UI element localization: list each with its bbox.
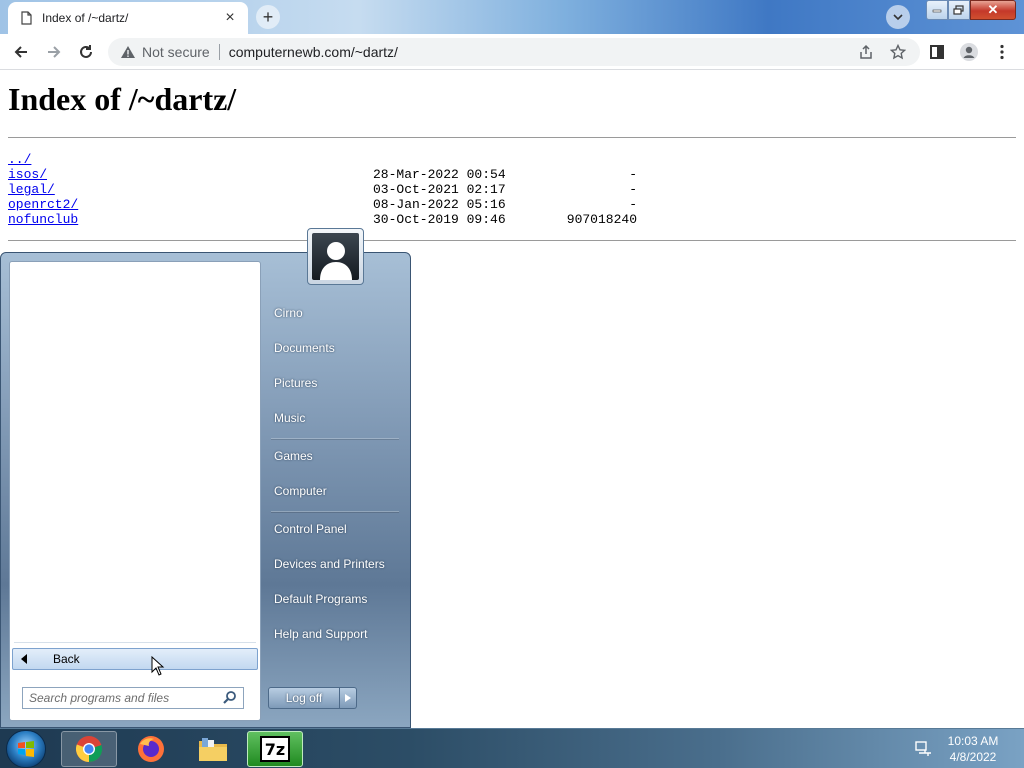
tab-close-icon[interactable]: × bbox=[222, 9, 238, 27]
start-item-music[interactable]: Music bbox=[274, 411, 305, 425]
window-close-button[interactable]: ✕ bbox=[970, 0, 1016, 20]
back-arrow-icon[interactable] bbox=[9, 40, 33, 64]
clock-date: 4/8/2022 bbox=[949, 750, 997, 764]
shutdown-options-button[interactable] bbox=[340, 687, 357, 709]
entry-date: 30-Oct-2019 09:46 bbox=[373, 212, 506, 227]
explorer-icon bbox=[199, 738, 227, 761]
left-triangle-icon bbox=[21, 654, 33, 664]
back-label: Back bbox=[53, 652, 80, 666]
directory-listing: ../ isos/ 28-Mar-2022 00:54 - legal/ 03-… bbox=[8, 152, 648, 227]
start-item-help-support[interactable]: Help and Support bbox=[274, 627, 367, 641]
entry-date: 08-Jan-2022 05:16 bbox=[373, 197, 506, 212]
tab-title: Index of /~dartz/ bbox=[42, 11, 129, 25]
user-avatar-icon bbox=[312, 233, 359, 280]
clock-time: 10:03 AM bbox=[947, 734, 999, 748]
not-secure-label[interactable]: Not secure bbox=[142, 44, 210, 60]
entry-link-nofunclub[interactable]: nofunclub bbox=[8, 212, 78, 227]
share-icon[interactable] bbox=[856, 42, 876, 62]
start-button[interactable] bbox=[6, 730, 46, 768]
entry-size: - bbox=[629, 182, 637, 197]
taskbar: 7z 10:03 AM 4/8/2022 bbox=[0, 728, 1024, 768]
entry-size: - bbox=[629, 197, 637, 212]
side-panel-icon[interactable] bbox=[925, 40, 949, 64]
start-item-computer[interactable]: Computer bbox=[274, 484, 327, 498]
start-item-pictures[interactable]: Pictures bbox=[274, 376, 317, 390]
entry-size: - bbox=[629, 167, 637, 182]
more-menu-icon[interactable] bbox=[990, 40, 1014, 64]
start-menu-divider bbox=[271, 438, 399, 439]
entry-size: 907018240 bbox=[566, 212, 637, 227]
windows-logo-icon bbox=[18, 741, 34, 757]
system-clock[interactable]: 10:03 AM 4/8/2022 bbox=[940, 733, 1006, 765]
url-text[interactable]: computernewb.com/~dartz/ bbox=[229, 44, 844, 60]
start-item-control-panel[interactable]: Control Panel bbox=[274, 522, 347, 536]
taskbar-chrome-button[interactable] bbox=[61, 731, 117, 767]
browser-toolbar: Not secure computernewb.com/~dartz/ bbox=[0, 34, 1024, 70]
right-triangle-icon bbox=[345, 694, 351, 702]
search-programs-input[interactable]: Search programs and files bbox=[22, 687, 244, 709]
chrome-icon bbox=[75, 736, 103, 763]
page-title: Index of /~dartz/ bbox=[8, 81, 237, 117]
window-minimize-button[interactable] bbox=[926, 0, 948, 20]
start-item-devices-printers[interactable]: Devices and Printers bbox=[274, 557, 385, 571]
network-icon[interactable] bbox=[914, 740, 932, 758]
start-menu-divider bbox=[271, 511, 399, 512]
reload-icon[interactable] bbox=[74, 40, 98, 64]
start-item-games[interactable]: Games bbox=[274, 449, 313, 463]
entry-link-openrct2[interactable]: openrct2/ bbox=[8, 197, 78, 212]
taskbar-7zip-button[interactable]: 7z bbox=[247, 731, 303, 767]
browser-titlebar: Index of /~dartz/ × + ✕ bbox=[0, 0, 1024, 34]
start-menu-programs-pane: Back Search programs and files bbox=[9, 261, 261, 721]
entry-date: 03-Oct-2021 02:17 bbox=[373, 182, 506, 197]
bottom-divider bbox=[8, 240, 1016, 241]
back-button[interactable]: Back bbox=[12, 648, 258, 670]
list-item: openrct2/ 08-Jan-2022 05:16 - bbox=[8, 197, 648, 212]
taskbar-explorer-button[interactable] bbox=[185, 731, 241, 767]
entry-link-legal[interactable]: legal/ bbox=[8, 182, 55, 197]
list-item: legal/ 03-Oct-2021 02:17 - bbox=[8, 182, 648, 197]
chevron-down-icon bbox=[893, 14, 903, 21]
logoff-control: Log off bbox=[268, 687, 357, 709]
7zip-icon: 7z bbox=[260, 736, 290, 762]
7zip-label: 7z bbox=[264, 739, 286, 759]
search-placeholder: Search programs and files bbox=[29, 691, 170, 705]
bookmark-star-icon[interactable] bbox=[888, 42, 908, 62]
start-item-cirno[interactable]: Cirno bbox=[274, 306, 303, 320]
taskbar-firefox-button[interactable] bbox=[123, 731, 179, 767]
list-item: isos/ 28-Mar-2022 00:54 - bbox=[8, 167, 648, 182]
entry-link-parent[interactable]: ../ bbox=[8, 152, 31, 167]
logoff-button[interactable]: Log off bbox=[268, 687, 340, 709]
tab-search-button[interactable] bbox=[886, 5, 910, 29]
profile-avatar-icon[interactable] bbox=[957, 40, 981, 64]
user-picture[interactable] bbox=[307, 228, 364, 285]
start-menu-separator bbox=[14, 642, 256, 643]
browser-tab[interactable]: Index of /~dartz/ × bbox=[8, 2, 248, 34]
search-icon[interactable] bbox=[223, 690, 237, 707]
mouse-cursor-icon bbox=[151, 655, 165, 676]
top-divider bbox=[8, 137, 1016, 138]
firefox-icon bbox=[138, 736, 164, 762]
entry-link-isos[interactable]: isos/ bbox=[8, 167, 47, 182]
window-restore-button[interactable] bbox=[948, 0, 970, 20]
forward-arrow-icon[interactable] bbox=[42, 40, 66, 64]
list-item: ../ bbox=[8, 152, 648, 167]
omnibox-separator bbox=[218, 44, 220, 60]
warning-icon[interactable] bbox=[120, 44, 136, 60]
address-bar[interactable]: Not secure computernewb.com/~dartz/ bbox=[108, 38, 920, 66]
new-tab-button[interactable]: + bbox=[256, 5, 280, 29]
start-menu: Back Search programs and files Cirno Doc… bbox=[0, 252, 411, 728]
list-item: nofunclub 30-Oct-2019 09:46 907018240 bbox=[8, 212, 648, 227]
entry-date: 28-Mar-2022 00:54 bbox=[373, 167, 506, 182]
start-item-default-programs[interactable]: Default Programs bbox=[274, 592, 367, 606]
page-favicon-icon bbox=[18, 10, 34, 26]
start-item-documents[interactable]: Documents bbox=[274, 341, 335, 355]
